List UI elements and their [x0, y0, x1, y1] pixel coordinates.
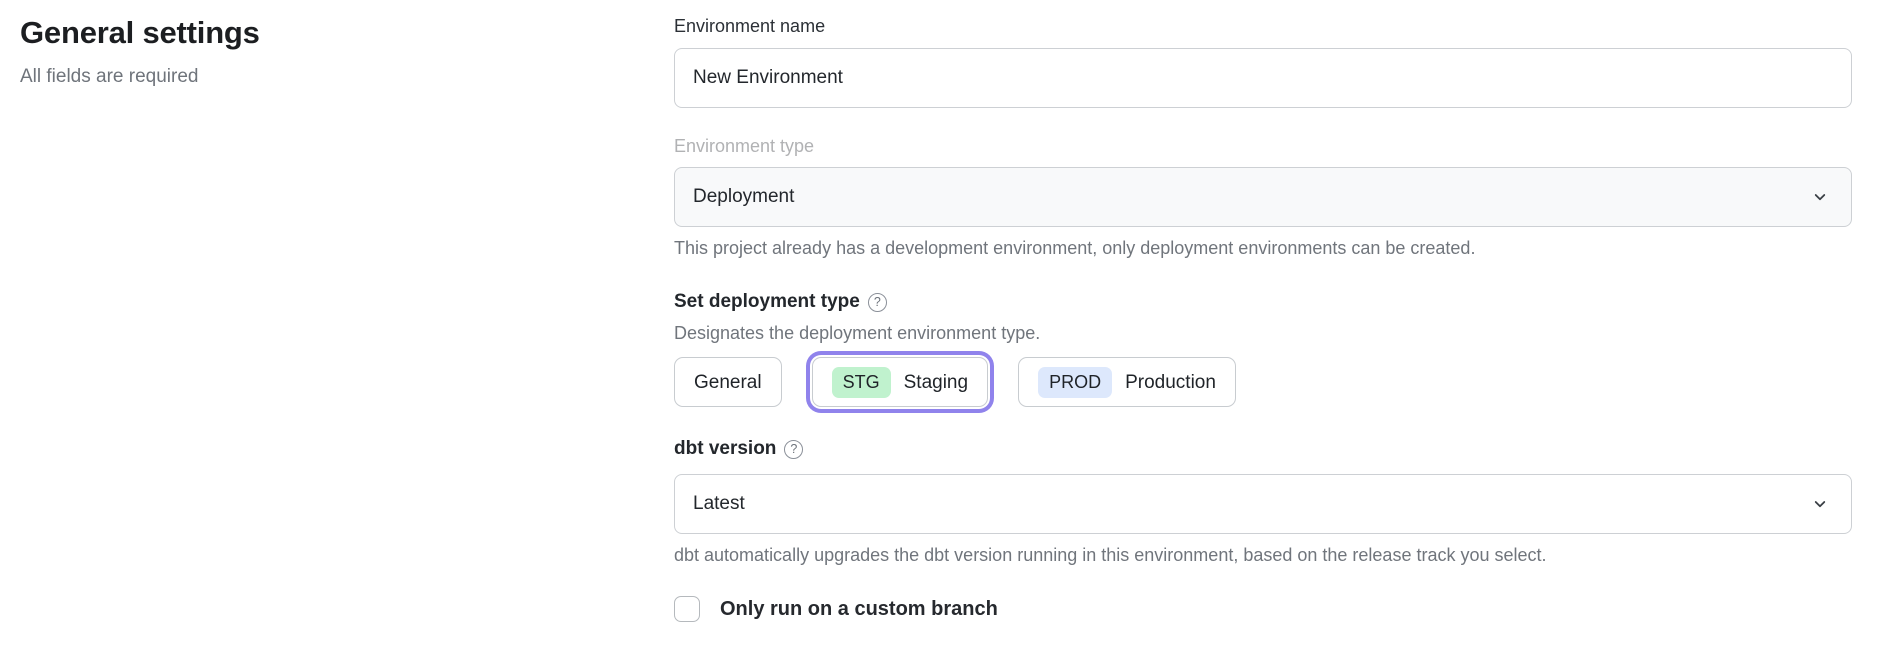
- deployment-type-options: General STG Staging PROD Production: [674, 357, 1852, 407]
- deployment-type-option-staging[interactable]: STG Staging: [812, 357, 988, 407]
- deployment-type-label-row: Set deployment type ?: [674, 291, 1852, 314]
- deployment-type-section: Set deployment type ? Designates the dep…: [674, 291, 1852, 407]
- staging-badge: STG: [832, 367, 891, 398]
- option-general-label: General: [694, 373, 762, 392]
- environment-name-label: Environment name: [674, 16, 1852, 38]
- production-badge: PROD: [1038, 367, 1112, 398]
- environment-name-group: Environment name: [674, 16, 1852, 108]
- dbt-version-label: dbt version: [674, 438, 776, 461]
- deployment-type-option-general[interactable]: General: [674, 357, 782, 407]
- option-staging-label: Staging: [904, 373, 968, 392]
- chevron-down-icon: [1811, 495, 1829, 513]
- help-icon[interactable]: ?: [784, 440, 803, 459]
- dbt-version-value: Latest: [693, 493, 745, 515]
- deployment-type-helper: Designates the deployment environment ty…: [674, 323, 1852, 344]
- environment-settings-form: Environment name Environment type Deploy…: [674, 16, 1852, 622]
- deployment-type-option-production[interactable]: PROD Production: [1018, 357, 1236, 407]
- environment-type-group: Environment type Deployment This project…: [674, 136, 1852, 261]
- custom-branch-label[interactable]: Only run on a custom branch: [720, 598, 998, 621]
- page-title: General settings: [20, 14, 580, 53]
- deployment-type-label: Set deployment type: [674, 291, 860, 314]
- help-icon[interactable]: ?: [868, 293, 887, 312]
- custom-branch-row: Only run on a custom branch: [674, 596, 1852, 622]
- general-settings-page: General settings All fields are required…: [0, 0, 1888, 660]
- chevron-down-icon: [1811, 188, 1829, 206]
- option-production-label: Production: [1125, 373, 1216, 392]
- custom-branch-checkbox[interactable]: [674, 596, 700, 622]
- environment-type-select: Deployment: [674, 167, 1852, 227]
- page-subtitle: All fields are required: [20, 65, 580, 90]
- environment-name-input[interactable]: [674, 48, 1852, 108]
- environment-type-helper: This project already has a development e…: [674, 236, 1852, 260]
- dbt-version-section: dbt version ? Latest dbt automatically u…: [674, 438, 1852, 567]
- dbt-version-label-row: dbt version ?: [674, 438, 1852, 461]
- dbt-version-select[interactable]: Latest: [674, 474, 1852, 534]
- environment-type-value: Deployment: [693, 186, 794, 208]
- dbt-version-helper: dbt automatically upgrades the dbt versi…: [674, 543, 1852, 567]
- settings-intro: General settings All fields are required: [20, 14, 580, 89]
- environment-type-label: Environment type: [674, 136, 1852, 158]
